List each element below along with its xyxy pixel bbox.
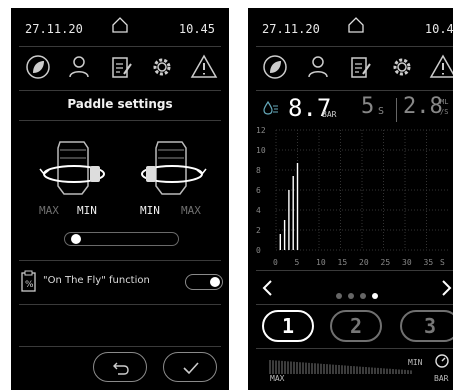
drop-icon [263,100,278,115]
page-dot[interactable] [372,293,378,299]
left-paddle-min: MIN [77,204,97,217]
divider [256,90,453,91]
divider [256,270,453,271]
divider [19,304,221,305]
on-the-fly-label: "On The Fly" function [43,275,150,286]
x-tick-label: 0 [273,258,278,267]
paddle-slider[interactable] [64,232,179,246]
percent-icon: % [21,270,36,292]
home-icon[interactable] [111,17,129,33]
divider [19,260,221,261]
toggle-knob [210,277,220,287]
y-tick-label: 6 [256,186,261,195]
undo-icon [113,362,129,375]
ramp-min-label: MIN [408,358,423,367]
gauge-icon [435,354,449,368]
user-icon[interactable] [303,52,333,82]
svg-text:%: % [25,280,34,290]
divider [256,304,453,305]
page-dot[interactable] [360,293,366,299]
x-tick-label: 10 [316,258,326,267]
clipboard-icon[interactable] [345,52,375,82]
x-tick-label: 20 [359,258,369,267]
undo-button[interactable] [93,352,147,382]
y-tick-label: 10 [256,146,266,155]
divider [19,46,221,47]
confirm-button[interactable] [163,352,217,382]
pressure-ramp[interactable] [268,356,418,376]
profile-button-2[interactable]: 2 [330,310,382,342]
page-dot[interactable] [348,293,354,299]
chart-bar [279,234,281,250]
status-time: 10.45 [424,22,453,36]
divider [396,98,397,122]
divider [256,348,453,349]
x-unit-label: S [440,258,445,267]
divider [19,90,221,91]
x-tick-label: 30 [402,258,412,267]
pressure-chart: 1210864200 5 10 15 20 25 30 35 S [256,126,448,267]
status-date: 27.11.20 [25,22,83,36]
nav-icon-row [11,52,229,86]
nav-icon-row [248,52,453,86]
on-the-fly-toggle[interactable] [185,274,223,290]
time-unit: S [378,106,385,117]
clipboard-icon[interactable] [106,52,136,82]
x-tick-label: 5 [295,258,300,267]
divider [19,346,221,347]
status-bar: 27.11.20 10.45 [11,8,229,48]
page-indicator [336,284,384,299]
y-tick-label: 12 [256,126,266,135]
paddle-settings-screen: 27.11.20 10.45 Paddle settings MAX MIN M… [11,8,229,390]
home-icon[interactable] [347,17,365,33]
left-paddle-max: MAX [39,204,59,217]
x-tick-label: 15 [338,258,348,267]
profile-button-1[interactable]: 1 [262,310,314,342]
chevron-left-icon[interactable] [262,279,274,297]
warning-icon[interactable] [428,52,453,82]
y-tick-label: 8 [256,166,261,175]
warning-icon[interactable] [189,52,219,82]
divider [19,120,221,121]
flow-unit-bottom: /S [440,108,449,116]
right-paddle-max: MAX [181,204,201,217]
pressure-unit: BAR [322,110,337,119]
page-dot[interactable] [336,293,342,299]
rotate-icon[interactable] [38,136,110,198]
ramp-unit-label: BAR [434,374,449,383]
status-time: 10.45 [178,22,215,36]
brew-monitor-screen: 27.11.20 10.45 [248,8,453,390]
y-tick-label: 4 [256,206,261,215]
flow-value: 2.8 [403,94,443,119]
chart-bar [288,190,290,250]
leaf-icon[interactable] [23,52,53,82]
x-tick-label: 35 [424,258,434,267]
chart-bar [296,163,299,250]
check-icon [183,362,199,375]
flow-unit-top: ML [440,98,449,106]
divider [256,46,453,47]
y-tick-label: 2 [256,226,261,235]
slider-handle[interactable] [71,234,81,244]
page-title: Paddle settings [67,97,173,111]
gear-icon[interactable] [147,52,177,82]
y-tick-label: 0 [256,246,261,255]
chart-bar [283,220,286,250]
leaf-icon[interactable] [260,52,290,82]
profile-button-3[interactable]: 3 [400,310,453,342]
status-bar: 27.11.20 10.45 [248,8,453,48]
right-paddle-min: MIN [140,204,160,217]
gear-icon[interactable] [387,52,417,82]
chevron-right-icon[interactable] [440,279,452,297]
time-value: 5 [361,94,375,119]
x-tick-label: 25 [381,258,391,267]
rotate-icon[interactable] [136,136,208,198]
status-date: 27.11.20 [262,22,320,36]
user-icon[interactable] [64,52,94,82]
chart-bar [292,176,294,250]
ramp-max-label: MAX [270,374,285,383]
